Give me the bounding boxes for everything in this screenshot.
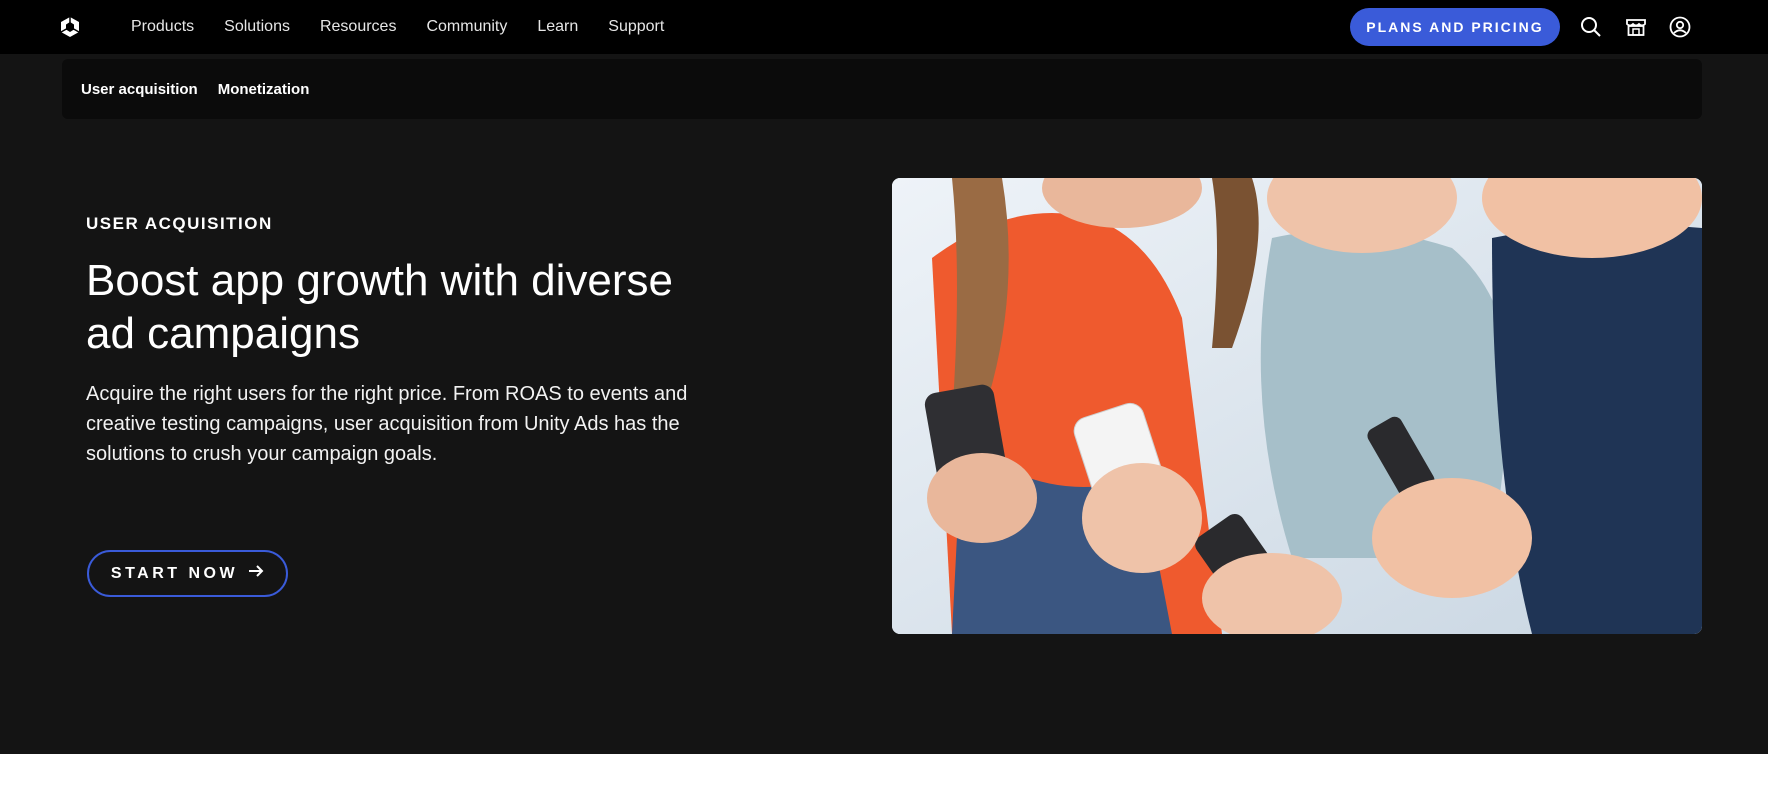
nav-learn-link[interactable]: Learn [537,18,578,36]
top-navigation: Products Solutions Resources Community L… [0,0,1768,54]
hero-eyebrow: USER ACQUISITION [86,214,273,233]
sub-navigation: User acquisition Monetization [62,59,1702,119]
start-now-button[interactable]: START NOW [87,550,288,597]
nav-community-link[interactable]: Community [426,18,507,36]
main-nav-links: Products Solutions Resources Community L… [131,0,664,54]
arrow-right-icon [248,564,264,583]
people-with-phones-photo [892,178,1702,634]
nav-products-link[interactable]: Products [131,18,194,36]
unity-logo-icon[interactable] [58,15,82,39]
subnav-monetization[interactable]: Monetization [218,81,310,98]
store-icon[interactable] [1623,14,1649,40]
nav-resources-link[interactable]: Resources [320,18,396,36]
hero-section: User acquisition Monetization USER ACQUI… [0,54,1768,754]
account-icon[interactable] [1667,14,1693,40]
nav-solutions-link[interactable]: Solutions [224,18,290,36]
nav-support-link[interactable]: Support [608,18,664,36]
subnav-user-acquisition[interactable]: User acquisition [81,81,198,98]
hero-description: Acquire the right users for the right pr… [86,383,688,465]
plans-and-pricing-button[interactable]: PLANS AND PRICING [1350,8,1560,46]
hero-headline: Boost app growth with diverse ad campaig… [86,256,673,358]
start-now-label: START NOW [110,564,239,582]
search-icon[interactable] [1578,14,1604,40]
